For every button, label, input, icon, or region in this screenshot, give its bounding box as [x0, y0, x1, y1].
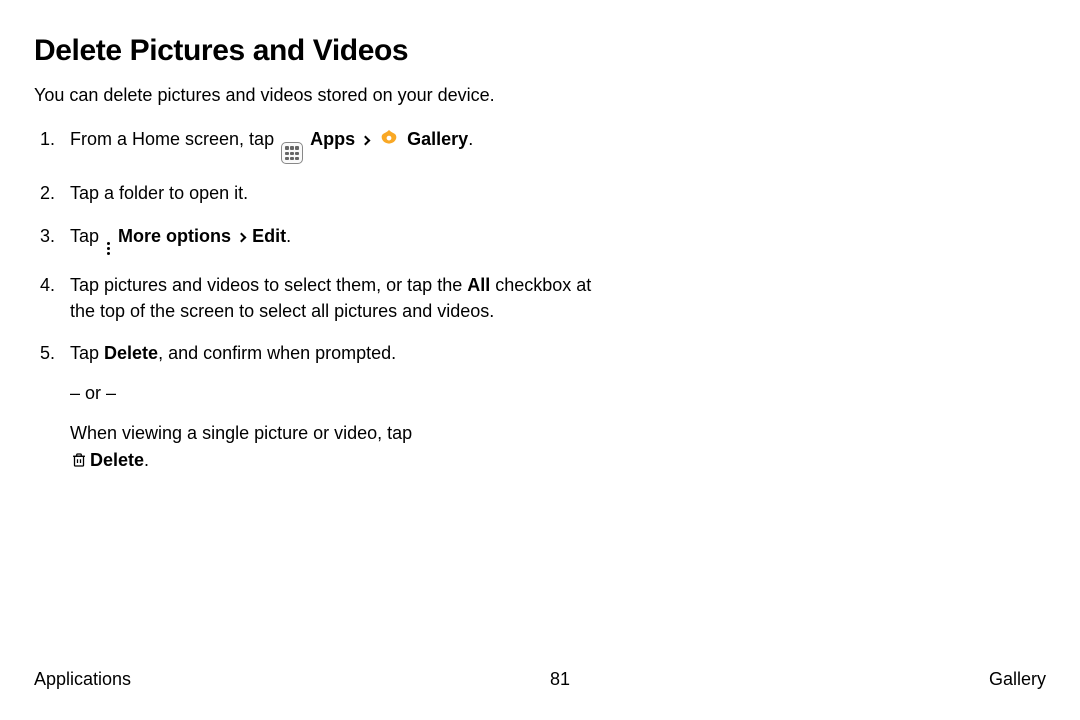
delete-label-1: Delete — [104, 343, 158, 363]
steps-list: From a Home screen, tap Apps Gallery. Ta… — [34, 126, 594, 473]
step-5-a2: , and confirm when prompted. — [158, 343, 396, 363]
step-5-or: – or – — [70, 380, 594, 406]
page-title: Delete Pictures and Videos — [34, 34, 1046, 68]
kebab-icon — [107, 240, 110, 256]
footer-page-number: 81 — [550, 669, 570, 690]
step-4: Tap pictures and videos to select them, … — [34, 272, 594, 324]
step-5-b1: When viewing a single picture or video, … — [70, 423, 412, 443]
all-label: All — [467, 275, 490, 295]
step-1-end: . — [468, 129, 473, 149]
step-5-a1: Tap — [70, 343, 104, 363]
intro-text: You can delete pictures and videos store… — [34, 82, 594, 108]
apps-label: Apps — [310, 129, 355, 149]
edit-label: Edit — [252, 226, 286, 246]
step-5-b2: . — [144, 450, 149, 470]
step-3-pre: Tap — [70, 226, 104, 246]
step-2: Tap a folder to open it. — [34, 180, 594, 206]
step-3: Tap More options Edit. — [34, 223, 594, 257]
footer-right: Gallery — [989, 669, 1046, 690]
delete-label-2: Delete — [90, 450, 144, 470]
step-5: Tap Delete, and confirm when prompted. –… — [34, 340, 594, 472]
more-options-label: More options — [118, 226, 231, 246]
step-4-a: Tap pictures and videos to select them, … — [70, 275, 467, 295]
chevron-icon — [361, 136, 371, 146]
apps-icon — [281, 142, 303, 164]
gallery-icon — [378, 128, 400, 150]
chevron-icon — [237, 232, 247, 242]
gallery-label: Gallery — [407, 129, 468, 149]
step-3-end: . — [286, 226, 291, 246]
footer-left: Applications — [34, 669, 131, 690]
step-1-pre: From a Home screen, tap — [70, 129, 279, 149]
step-1: From a Home screen, tap Apps Gallery. — [34, 126, 594, 164]
trash-icon — [70, 450, 88, 470]
page-footer: Applications 81 Gallery — [34, 669, 1046, 690]
